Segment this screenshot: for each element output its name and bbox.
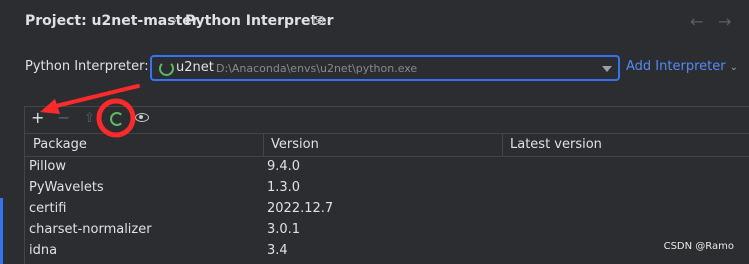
annotation-circle — [96, 98, 136, 138]
watermark: CSDN @Ramo — [663, 241, 734, 252]
annotation-arrowhead — [40, 99, 60, 114]
annotation-overlay — [40, 84, 140, 138]
